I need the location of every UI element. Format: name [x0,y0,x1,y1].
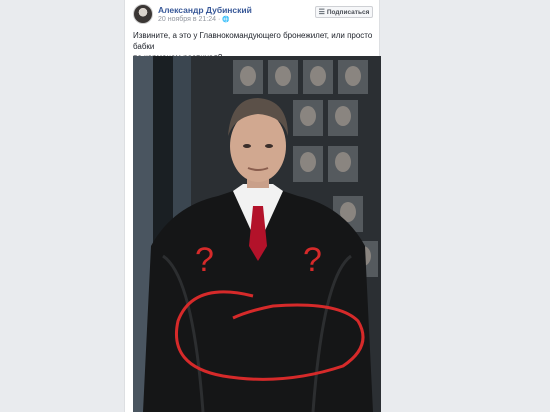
rss-icon: ☰ [318,9,325,16]
author-avatar[interactable] [133,4,153,24]
subscribe-label: Подписаться [326,8,370,16]
question-mark-left: ? [195,241,214,279]
author-name-link[interactable]: Александр Дубинский [158,5,252,15]
question-mark-right: ? [303,241,322,279]
facebook-post: Александр Дубинский 20 ноября в 21:24 · … [124,0,381,412]
globe-icon: 🌐 [222,17,230,23]
post-photo[interactable]: ? ? [133,56,381,412]
subscribe-button[interactable]: ☰ Подписаться [315,6,373,18]
post-timestamp[interactable]: 20 ноября в 21:24 · 🌐 [158,16,230,23]
post-text-line-1: Извините, а это у Главнокомандующего бро… [133,31,373,51]
post-time-text: 20 ноября в 21:24 · [158,16,223,23]
